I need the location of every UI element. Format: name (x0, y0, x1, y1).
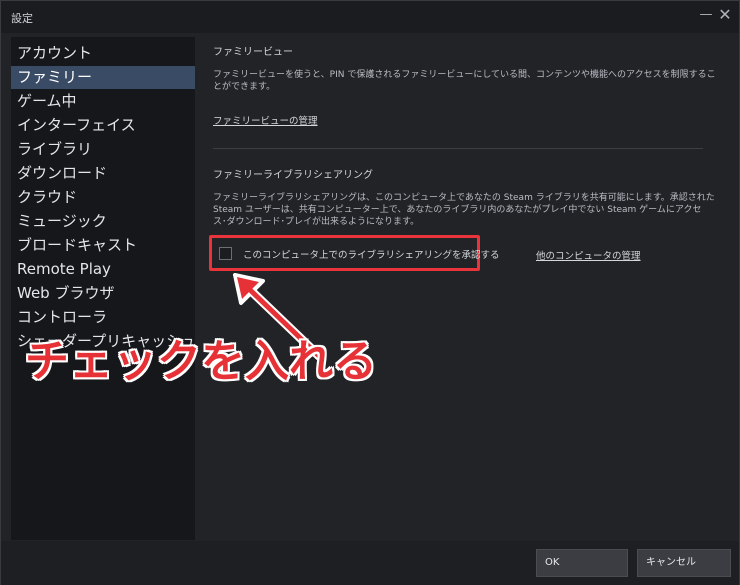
authorize-library-sharing-checkbox[interactable] (219, 247, 232, 260)
section-divider (213, 148, 703, 149)
sidebar-item-music[interactable]: ミュージック (11, 210, 195, 233)
sidebar-item-remote-play[interactable]: Remote Play (11, 258, 195, 281)
library-sharing-description-line-2: Steam ユーザーは、共有コンピューター上で、あなたのライブラリ内のあなたがプ… (213, 205, 702, 215)
family-view-title: ファミリービュー (213, 47, 293, 58)
close-icon[interactable]: ✕ (717, 7, 733, 23)
ok-button[interactable]: OK (536, 549, 628, 577)
sidebar-item-in-game[interactable]: ゲーム中 (11, 90, 195, 113)
library-sharing-description-line-1: ファミリーライブラリシェアリングは、このコンピュータ上であなたの Steam ラ… (213, 193, 715, 203)
sidebar-item-family[interactable]: ファミリー (11, 66, 195, 89)
settings-window: 設定 — ✕ アカウント ファミリー ゲーム中 インターフェイス ライブラリ ダ… (0, 0, 740, 585)
sidebar-item-cloud[interactable]: クラウド (11, 186, 195, 209)
family-view-description-line-2: とができます。 (213, 82, 276, 92)
dialog-footer: OK キャンセル (1, 541, 739, 585)
sidebar-item-web-browser[interactable]: Web ブラウザ (11, 282, 195, 305)
family-view-description-line-1: ファミリービューを使うと、PIN で保護されるファミリービューにしている間、コン… (213, 70, 716, 80)
manage-family-view-link[interactable]: ファミリービューの管理 (213, 113, 318, 127)
sidebar-item-interface[interactable]: インターフェイス (11, 114, 195, 137)
window-title: 設定 (11, 12, 33, 25)
library-sharing-title: ファミリーライブラリシェアリング (213, 170, 373, 181)
cancel-button[interactable]: キャンセル (637, 549, 731, 577)
sidebar-item-broadcast[interactable]: ブロードキャスト (11, 234, 195, 257)
sidebar-item-account[interactable]: アカウント (11, 42, 195, 65)
library-sharing-description-line-3: ス･ダウンロード･プレイが出来るようになります。 (213, 217, 420, 227)
title-bar: 設定 — ✕ (1, 1, 739, 33)
sidebar-item-downloads[interactable]: ダウンロード (11, 162, 195, 185)
authorize-library-sharing-label[interactable]: このコンピュータ上でのライブラリシェアリングを承認する (243, 247, 500, 261)
settings-sidebar: アカウント ファミリー ゲーム中 インターフェイス ライブラリ ダウンロード ク… (11, 37, 196, 540)
manage-other-computers-link[interactable]: 他のコンピュータの管理 (536, 248, 641, 262)
sidebar-item-library[interactable]: ライブラリ (11, 138, 195, 161)
annotation-text: チェックを入れる (25, 336, 377, 387)
minimize-icon[interactable]: — (698, 7, 714, 23)
